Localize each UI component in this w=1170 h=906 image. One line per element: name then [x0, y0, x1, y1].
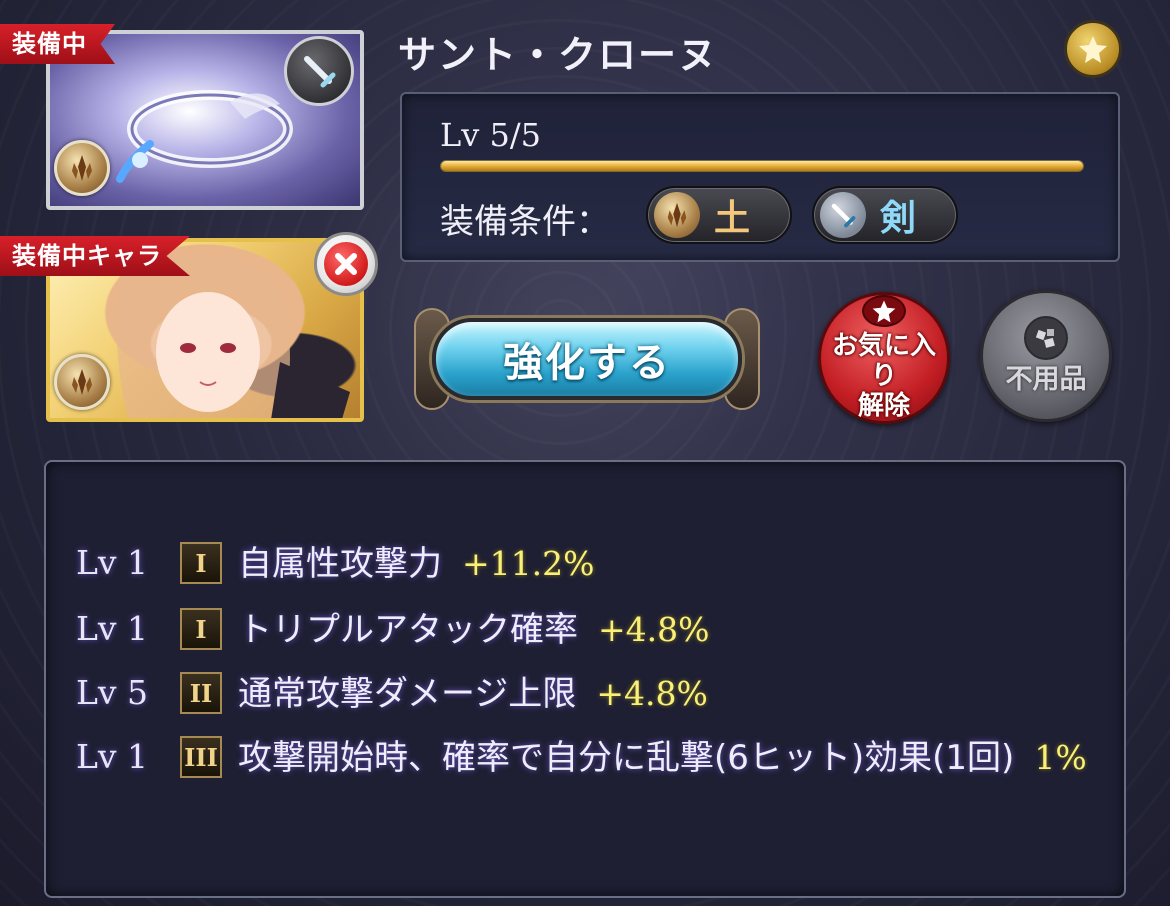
skill-name: 通常攻撃ダメージ上限	[238, 674, 577, 714]
weapon-name: サント・クローヌ	[398, 33, 719, 77]
level-text: Lv 5/5	[440, 116, 541, 154]
skill-description: 自属性攻撃力 +11.2%	[238, 538, 1106, 590]
upgrade-label: 強化する	[503, 340, 671, 386]
mark-as-junk-button[interactable]: 不用品	[980, 290, 1112, 422]
level-progress-bar	[440, 160, 1084, 172]
skill-row: Lv 5 II 通常攻撃ダメージ上限 +4.8%	[76, 668, 1106, 720]
skills-panel: Lv 1 I 自属性攻撃力 +11.2% Lv 1 I トリプルアタック確率 +4.…	[44, 460, 1126, 898]
equipped-character-tag: 装備中キャラ	[0, 236, 190, 276]
level-panel: Lv 5/5 装備条件： 土 剣	[400, 92, 1120, 262]
unfavorite-label-line2: 解除	[857, 391, 910, 421]
skill-name: トリプルアタック確率	[238, 610, 578, 650]
skill-level: Lv 1	[76, 609, 149, 648]
upgrade-button-face[interactable]: 強化する	[432, 318, 742, 400]
skill-level: Lv 5	[76, 673, 149, 712]
skill-name: 攻撃開始時、確率で自分に乱撃(6ヒット)効果(1回)	[238, 738, 1015, 778]
skill-name: 自属性攻撃力	[238, 544, 442, 584]
earth-element-icon	[654, 192, 700, 238]
equipped-tag: 装備中	[0, 24, 115, 64]
junk-icon	[1024, 316, 1068, 360]
skill-description: 攻撃開始時、確率で自分に乱撃(6ヒット)効果(1回) 1%	[238, 732, 1106, 784]
remove-character-button[interactable]	[314, 232, 378, 296]
requirement-element: 土	[646, 186, 792, 244]
requirement-weapon-type-label: 剣	[880, 198, 917, 239]
earth-element-icon	[54, 354, 110, 410]
skill-value: +11.2%	[462, 544, 595, 583]
requirement-weapon-type: 剣	[812, 186, 958, 244]
skill-tier-label: III	[184, 742, 218, 772]
close-icon	[324, 242, 368, 286]
unfavorite-label-line1: お気に入り	[831, 331, 936, 391]
skill-tier-icon: II	[180, 672, 222, 714]
star-icon	[862, 295, 906, 327]
skill-level: Lv 1	[76, 737, 149, 776]
skill-description: 通常攻撃ダメージ上限 +4.8%	[238, 668, 1106, 720]
skill-row: Lv 1 I 自属性攻撃力 +11.2%	[76, 538, 1106, 590]
favorite-star-icon	[1064, 20, 1122, 78]
skill-row: Lv 1 I トリプルアタック確率 +4.8%	[76, 604, 1106, 656]
skill-tier-icon: III	[180, 736, 222, 778]
skill-tier-icon: I	[180, 608, 222, 650]
skill-value: +4.8%	[596, 674, 708, 713]
skill-tier-label: I	[195, 614, 207, 644]
skill-description: トリプルアタック確率 +4.8%	[238, 604, 1106, 656]
skill-value: 1%	[1034, 738, 1087, 777]
sword-icon	[820, 192, 866, 238]
skill-tier-icon: I	[180, 542, 222, 584]
junk-label: 不用品	[1005, 364, 1087, 395]
upgrade-button[interactable]: 強化する	[414, 300, 760, 418]
skill-value: +4.8%	[598, 610, 710, 649]
requirement-element-label: 土	[714, 198, 751, 239]
unfavorite-button[interactable]: お気に入り 解除	[818, 292, 950, 424]
weapon-type-sword-icon	[284, 36, 354, 106]
requirements-label: 装備条件：	[440, 202, 610, 242]
level-progress-fill	[441, 161, 1083, 171]
skill-level: Lv 1	[76, 543, 149, 582]
skill-tier-label: I	[195, 548, 207, 578]
earth-element-icon	[54, 140, 110, 196]
skill-row: Lv 1 III 攻撃開始時、確率で自分に乱撃(6ヒット)効果(1回) 1%	[76, 732, 1106, 784]
skill-tier-label: II	[189, 678, 213, 708]
